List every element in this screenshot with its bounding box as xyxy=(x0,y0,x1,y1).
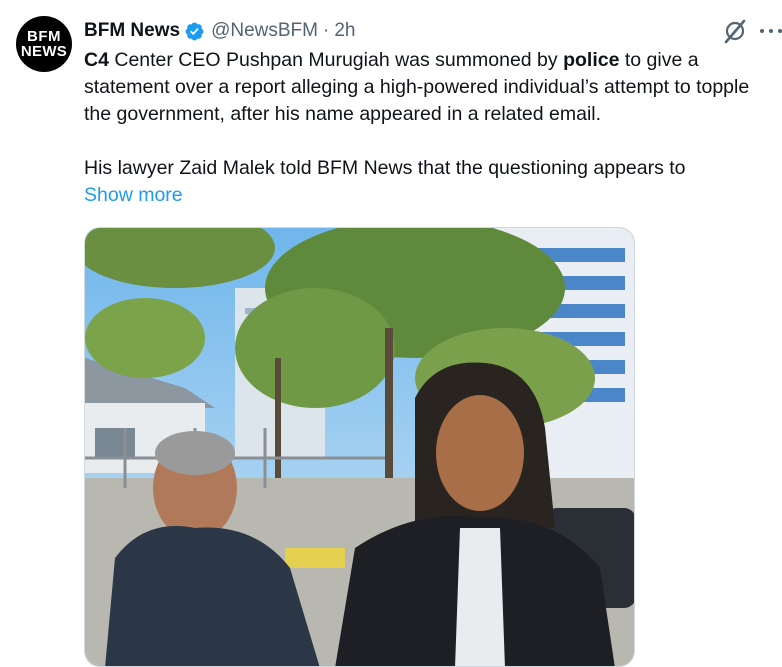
tweet-media[interactable] xyxy=(84,227,635,667)
more-dot xyxy=(760,29,764,33)
separator-dot: · xyxy=(322,20,330,41)
avatar[interactable]: BFM NEWS xyxy=(16,16,72,72)
bold-police: police xyxy=(563,49,620,71)
verified-badge-icon xyxy=(185,22,204,40)
more-dot xyxy=(769,29,773,33)
video-still-image xyxy=(85,228,634,666)
more-options-icon[interactable] xyxy=(760,18,782,44)
tweet-paragraph-1: C4 Center CEO Pushpan Murugiah was summo… xyxy=(84,47,764,128)
tweet-header: BFM News @NewsBFM · 2h xyxy=(84,18,355,44)
show-more-link[interactable]: Show more xyxy=(84,184,183,206)
tweet-text: C4 Center CEO Pushpan Murugiah was summo… xyxy=(84,47,764,209)
author-name[interactable]: BFM News xyxy=(84,20,180,42)
tweet-paragraph-2: His lawyer Zaid Malek told BFM News that… xyxy=(84,155,764,182)
author-handle[interactable]: @NewsBFM xyxy=(211,20,318,42)
timestamp[interactable]: 2h xyxy=(334,20,355,42)
grok-icon[interactable] xyxy=(722,18,748,44)
hashtag-c4: C4 xyxy=(84,49,109,71)
avatar-text-line2: NEWS xyxy=(20,43,68,60)
avatar-text-line1: BFM xyxy=(27,28,61,45)
more-dot xyxy=(778,29,782,33)
text-segment: His lawyer Zaid Malek told BFM News that… xyxy=(84,157,686,179)
text-segment: Center CEO Pushpan Murugiah was summoned… xyxy=(108,49,564,71)
